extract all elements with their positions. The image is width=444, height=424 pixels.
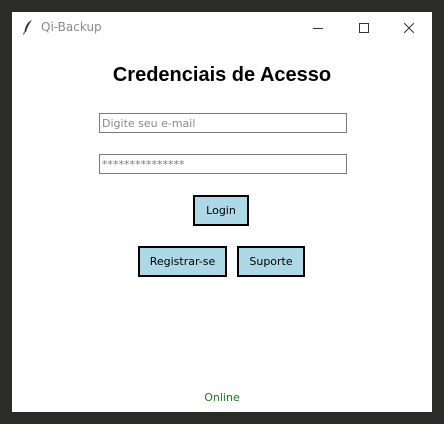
email-field[interactable] <box>99 113 347 133</box>
maximize-button[interactable] <box>341 12 387 43</box>
login-button[interactable]: Login <box>193 195 249 226</box>
title-bar[interactable]: Qi-Backup <box>12 12 432 43</box>
close-button[interactable] <box>386 12 432 43</box>
feather-icon <box>22 19 34 35</box>
minimize-button[interactable] <box>295 12 341 43</box>
minimize-icon <box>313 18 323 37</box>
status-label: Online <box>204 391 240 404</box>
window-title: Qi-Backup <box>41 20 102 34</box>
password-field[interactable] <box>99 154 347 174</box>
register-button[interactable]: Registrar-se <box>138 246 227 277</box>
support-button[interactable]: Suporte <box>237 246 305 277</box>
app-window: Qi-Backup Credenciais de Acesso Login Re… <box>12 12 432 412</box>
close-icon <box>403 18 415 37</box>
page-title: Credenciais de Acesso <box>112 64 332 86</box>
maximize-icon <box>359 18 369 37</box>
